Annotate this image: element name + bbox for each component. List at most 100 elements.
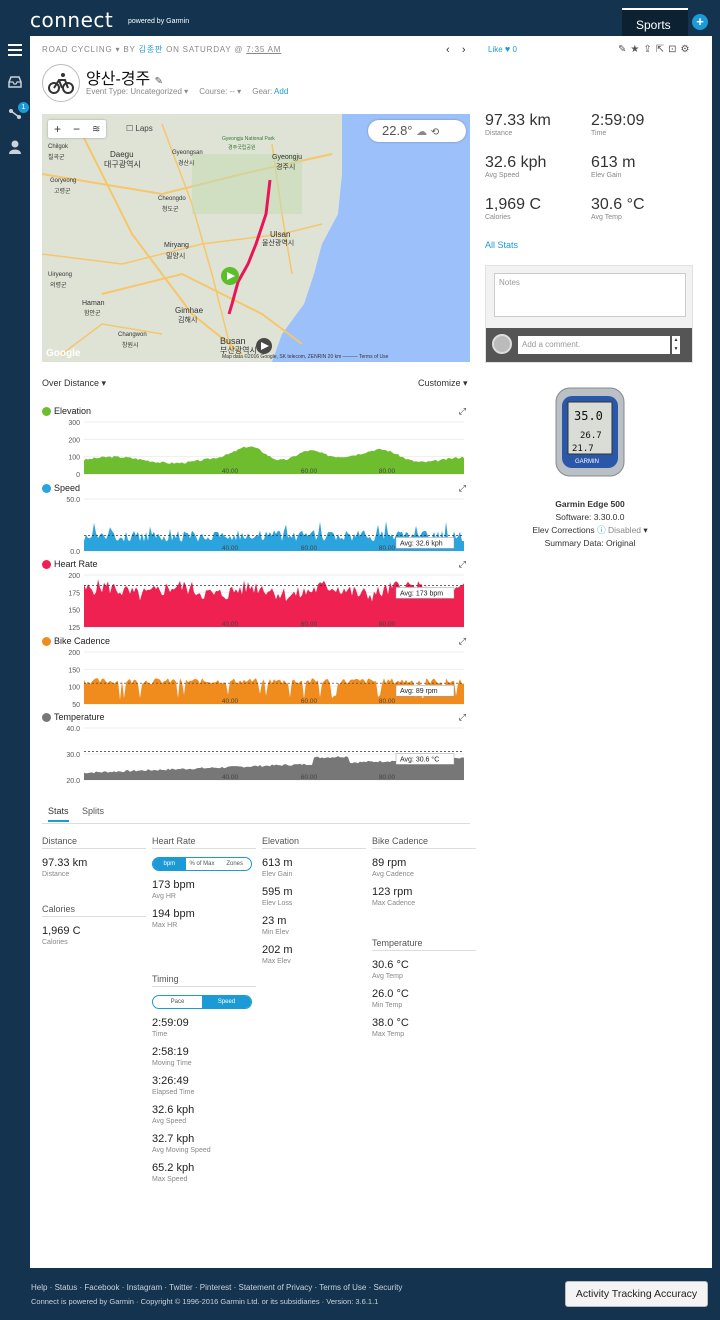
graph-plot[interactable]: 50.0 0.0 40.00 60.00 80.00 Avg: 32.6 kph (42, 495, 470, 555)
help-icon[interactable]: ⓘ (597, 525, 606, 535)
map-attribution[interactable]: Map data ©2016 Google, SK telecom, ZENRI… (222, 354, 388, 360)
device-image: 35.0 26.7 21.7 GARMIN (554, 386, 626, 478)
stat-label: Distance (42, 871, 70, 878)
zoom-out-icon[interactable]: − (67, 122, 86, 136)
course-value[interactable]: -- (230, 87, 235, 96)
graph-title[interactable]: Speed (42, 483, 80, 493)
series-area (84, 446, 464, 474)
event-type-value[interactable]: Uncategorized (130, 87, 182, 96)
elev-corrections: Elev Corrections ⓘ Disabled ▾ (532, 525, 648, 535)
expand-icon[interactable]: ⤢ (459, 559, 466, 570)
stat-value: 23 m (262, 915, 287, 927)
graph-elevation: Elevation ⤢ 300 200 100 0 40.00 60.00 80.00 (42, 406, 470, 478)
activity-type[interactable]: ROAD CYCLING (42, 45, 113, 54)
gear-add-link[interactable]: Add (274, 87, 288, 96)
summary-stat-value: 613 m (591, 154, 636, 171)
expand-icon[interactable]: ⤢ (459, 483, 466, 494)
stats-group-heading: Calories (42, 904, 146, 917)
x-tick-label: 60.00 (301, 774, 318, 781)
graph-title[interactable]: Bike Cadence (42, 636, 110, 646)
notes-input[interactable]: Notes (494, 273, 686, 317)
prev-activity-icon[interactable]: ‹ (446, 44, 450, 56)
graph-plot[interactable]: 200 175 150 125 40.00 60.00 80.00 Avg: 173 bpm (42, 571, 470, 631)
profile-icon[interactable] (8, 140, 24, 154)
comment-input[interactable]: Add a comment. (518, 336, 670, 354)
activity-breadcrumb: ROAD CYCLING ▾ BY 김종판 ON SATURDAY @ 7:35… (42, 45, 282, 54)
edit-icon[interactable]: ✎ (618, 44, 630, 55)
y-tick-label: 50.0 (66, 497, 80, 504)
over-distance-dropdown[interactable]: Over Distance ▾ (42, 378, 106, 389)
export-icon[interactable]: ⇪ (643, 44, 655, 55)
summary-stat-label: Calories (485, 214, 511, 221)
comment-scroll-icon[interactable]: ▲ ▼ (672, 336, 680, 354)
inbox-icon[interactable] (8, 76, 24, 90)
graph-plot[interactable]: 300 200 100 0 40.00 60.00 80.00 (42, 418, 470, 478)
graph-title[interactable]: Temperature (42, 712, 105, 722)
graph-bike-cadence: Bike Cadence ⤢ 200 150 100 50 40.00 60.00 80.00 A… (42, 636, 470, 708)
menu-icon[interactable] (8, 44, 24, 58)
zoom-in-icon[interactable]: + (48, 122, 67, 136)
favorite-icon[interactable]: ★ (630, 44, 643, 55)
place-label: 울산광역시 (262, 240, 295, 247)
stat-label: Elev Gain (262, 871, 293, 878)
stat-label: Min Temp (372, 1002, 403, 1009)
stat-value: 26.0 °C (372, 988, 409, 1000)
privacy-icon[interactable]: ⊡ (668, 44, 680, 55)
unit-toggle-option[interactable]: % of Max (186, 858, 219, 870)
graph-title[interactable]: Elevation (42, 406, 91, 416)
graph-title-text: Elevation (54, 406, 92, 416)
stat-value: 97.33 km (42, 857, 88, 869)
add-button[interactable]: + (692, 14, 708, 30)
like-button[interactable]: Like ♥ 0 (488, 44, 517, 54)
unit-toggle-option[interactable]: Pace (153, 996, 202, 1008)
expand-icon[interactable]: ⤢ (459, 712, 466, 723)
stat-label: Avg Cadence (372, 871, 414, 878)
unit-toggle-option[interactable]: bpm (153, 858, 186, 870)
activity-map[interactable]: Daegu 대구광역시 Gyeongsan 경산시 Gyeongju 경주시 G… (42, 114, 470, 362)
stat-value: 32.7 kph (152, 1133, 195, 1145)
footer-links[interactable]: Help · Status · Facebook · Instagram · T… (31, 1283, 402, 1292)
tab-splits[interactable]: Splits (82, 806, 104, 816)
expand-icon[interactable]: ⤢ (459, 636, 466, 647)
tab-stats[interactable]: Stats (48, 806, 69, 822)
x-tick-label: 80.00 (379, 545, 396, 552)
graph-plot[interactable]: 40.0 30.0 20.0 40.00 60.00 80.00 Avg: 30.6 °C (42, 724, 470, 784)
activity-title[interactable]: 양산-경주 ✎ (86, 65, 163, 89)
activity-tracking-accuracy-button[interactable]: Activity Tracking Accuracy (565, 1281, 708, 1307)
elev-corrections-value[interactable]: Disabled (608, 525, 641, 535)
graph-speed: Speed ⤢ 50.0 0.0 40.00 60.00 80.00 Avg: 32.6 kp… (42, 483, 470, 555)
place-label: Cheongdo (158, 196, 186, 202)
activity-time[interactable]: 7:35 AM (246, 45, 281, 54)
stats-group-elevation: Elevation 613 m Elev Gain 595 m Elev Loss 23 … (262, 836, 366, 965)
user-link[interactable]: 김종판 (139, 45, 163, 54)
edit-title-icon[interactable]: ✎ (155, 76, 163, 87)
laps-toggle[interactable]: ☐ Laps (126, 124, 153, 133)
graph-title[interactable]: Heart Rate (42, 559, 98, 569)
series-dot-icon (42, 712, 51, 722)
place-label: 칠곡군 (48, 155, 65, 161)
weather-widget: 22.8° ☁ ⟲ (368, 120, 466, 142)
stat-value: 65.2 kph (152, 1162, 195, 1174)
x-tick-label: 60.00 (301, 698, 318, 705)
place-label: Uiryeong (48, 272, 73, 278)
unit-toggle-option[interactable]: Zones (218, 858, 251, 870)
stat-label: Elev Loss (262, 900, 293, 907)
all-stats-link[interactable]: All Stats (485, 240, 518, 250)
layers-icon[interactable]: ≋ (86, 124, 106, 135)
graph-plot[interactable]: 200 150 100 50 40.00 60.00 80.00 Avg: 89 rpm (42, 648, 470, 708)
sports-tab[interactable]: Sports (622, 8, 688, 36)
connect-logo[interactable]: connect (30, 8, 113, 32)
stat-label: Elapsed Time (152, 1089, 195, 1096)
stats-group-heading: Heart Rate (152, 836, 256, 849)
customize-dropdown[interactable]: Customize ▾ (418, 378, 468, 389)
stat-value: 123 rpm (372, 886, 413, 898)
unit-toggle-option[interactable]: Speed (202, 996, 251, 1008)
expand-icon[interactable]: ⤢ (459, 406, 466, 417)
stat-value: 2:58:19 (152, 1046, 189, 1058)
device-name[interactable]: Garmin Edge 500 (485, 498, 695, 511)
place-label: Gyeongsan (172, 150, 203, 156)
share-icon[interactable]: ⇱ (656, 44, 668, 55)
on-label: ON SATURDAY @ (166, 45, 244, 54)
settings-gear-icon[interactable]: ⚙ (681, 44, 694, 55)
next-activity-icon[interactable]: › (462, 44, 466, 56)
